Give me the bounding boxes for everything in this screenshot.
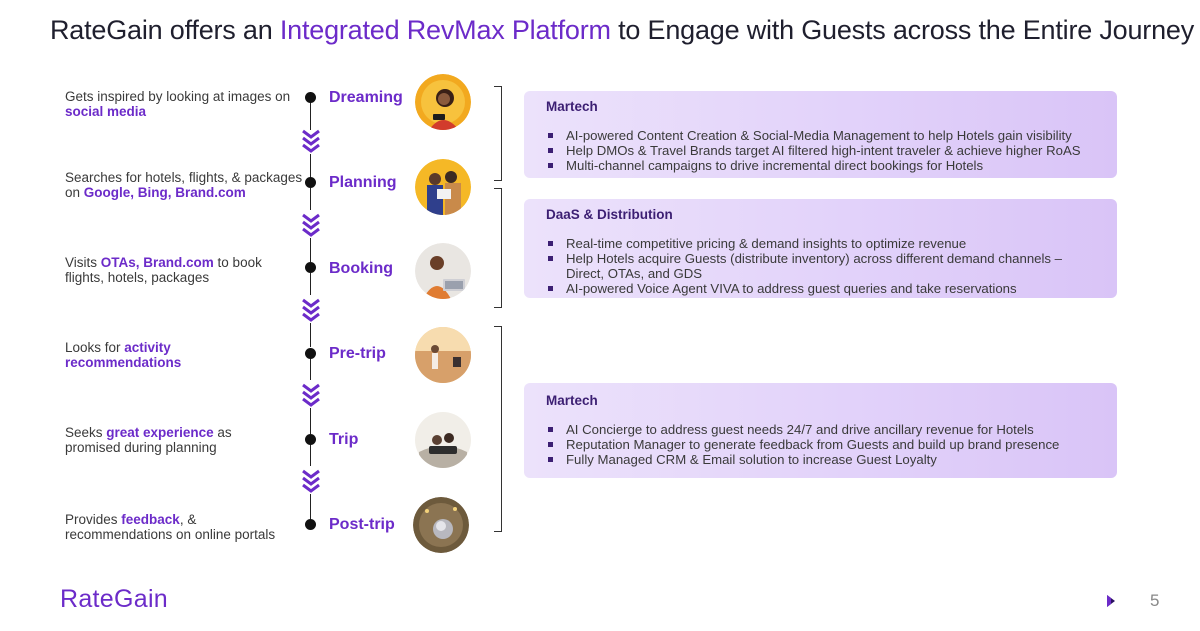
timeline-dot [305,348,316,359]
stage-desc-planning: Searches for hotels, flights, & packages… [65,170,303,200]
timeline-line [310,444,311,466]
panel-list: Real-time competitive pricing & demand i… [546,236,1095,296]
stage-label-dreaming: Dreaming [329,89,403,106]
panel-martech-1: Martech AI-powered Content Creation & So… [524,91,1117,178]
timeline-line [310,273,311,295]
timeline-dot [305,519,316,530]
list-item: AI Concierge to address guest needs 24/7… [546,422,1095,437]
list-item: Fully Managed CRM & Email solution to in… [546,452,1095,467]
stage-desc-dreaming: Gets inspired by looking at images on so… [65,89,291,119]
list-item: AI-powered Voice Agent VIVA to address g… [546,281,1095,296]
panel-list: AI Concierge to address guest needs 24/7… [546,422,1095,467]
stage-desc-trip: Seeks great experience as promised durin… [65,425,232,455]
stage-label-posttrip: Post-trip [329,516,395,533]
timeline-line [310,323,311,347]
stage-label-planning: Planning [329,174,397,191]
list-item: Reputation Manager to generate feedback … [546,437,1095,452]
timeline-line [310,408,311,434]
panel-martech-2: Martech AI Concierge to address guest ne… [524,383,1117,478]
timeline-dot [305,434,316,445]
trip-photo [415,412,471,468]
stage-desc-booking: Visits OTAs, Brand.com to book flights, … [65,255,262,285]
chevron-down-icon [302,383,320,407]
pretrip-photo [415,327,471,383]
posttrip-photo [413,497,469,553]
panel-title: Martech [546,393,598,408]
booking-photo [415,243,471,299]
stage-label-trip: Trip [329,431,359,448]
slide-title: RateGain offers an Integrated RevMax Pla… [44,12,1194,48]
timeline-line [310,188,311,210]
timeline-dot [305,92,316,103]
panel-daas-distribution: DaaS & Distribution Real-time competitiv… [524,199,1117,298]
timeline-line [310,154,311,178]
chevron-down-icon [302,129,320,153]
chevron-down-icon [302,298,320,322]
stage-label-booking: Booking [329,260,393,277]
timeline-line [310,494,311,520]
chevron-down-icon [302,469,320,493]
timeline-line [310,358,311,380]
title-suffix: to Engage with Guests across the Entire … [610,14,1195,45]
list-item: AI-powered Content Creation & Social-Med… [546,128,1095,143]
bracket [494,326,502,532]
panel-list: AI-powered Content Creation & Social-Med… [546,128,1095,173]
planning-photo [415,159,471,215]
bracket [494,188,502,308]
bracket [494,86,502,181]
timeline-line [310,238,311,262]
dreaming-photo [415,74,471,130]
title-accent: Integrated RevMax Platform [279,14,611,45]
list-item: Multi-channel campaigns to drive increme… [546,158,1095,173]
ratgain-logo: RateGain [60,585,169,613]
panel-title: DaaS & Distribution [546,207,673,222]
list-item: Help Hotels acquire Guests (distribute i… [546,251,1095,281]
timeline-dot [305,262,316,273]
list-item: Real-time competitive pricing & demand i… [546,236,1095,251]
journey-timeline [296,80,326,550]
list-item: Help DMOs & Travel Brands target AI filt… [546,143,1095,158]
title-prefix: RateGain offers an [50,14,280,45]
panel-title: Martech [546,99,598,114]
stage-label-pretrip: Pre-trip [329,345,386,362]
page-number: 5 [1150,591,1160,610]
chevron-down-icon [302,213,320,237]
stage-desc-pretrip: Looks for activity recommendations [65,340,182,370]
play-arrow-icon [1107,595,1115,607]
timeline-dot [305,177,316,188]
stage-desc-posttrip: Provides feedback, & recommendations on … [65,512,276,542]
